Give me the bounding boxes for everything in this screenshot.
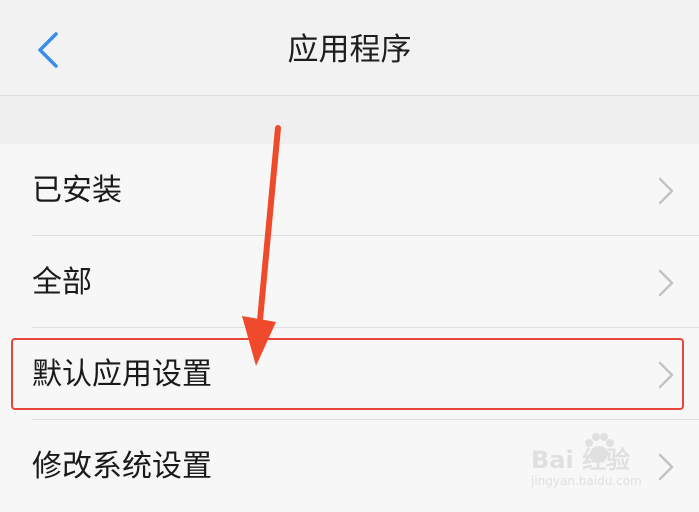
list-item-label: 修改系统设置 [32,449,212,484]
section-spacer [0,96,699,144]
list-item-installed[interactable]: 已安装 [0,144,699,236]
watermark-url: jingyan.baidu.com [531,474,642,488]
chevron-right-icon [658,177,674,205]
watermark: Bai 经验 jingyan.baidu.com [531,430,681,500]
highlight-box [11,338,684,410]
list-item-label: 全部 [32,265,92,300]
paw-icon [585,433,614,462]
top-app-bar: 应用程序 [0,0,699,96]
chevron-right-icon [658,269,674,297]
list-item-all[interactable]: 全部 [0,236,699,328]
annotation-arrow-icon [242,125,281,366]
page-title: 应用程序 [287,32,412,68]
list-item-label: 已安装 [32,173,122,208]
